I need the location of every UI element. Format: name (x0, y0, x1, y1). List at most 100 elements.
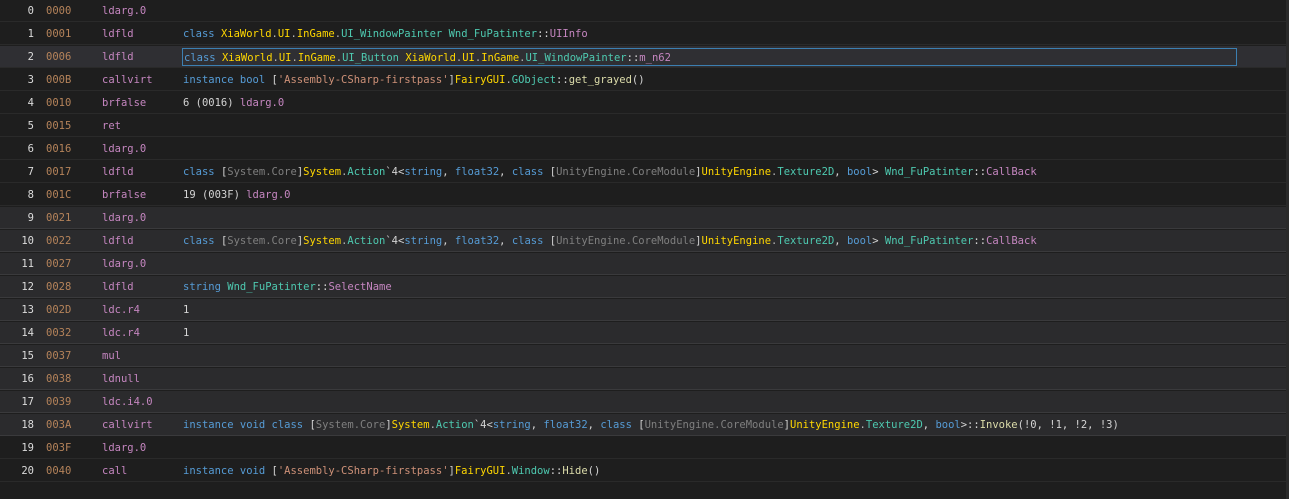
instruction-opcode[interactable]: brfalse (102, 92, 178, 114)
operand-token: ldarg.0 (246, 189, 291, 201)
instruction-row[interactable]: 3 000B callvirt instance bool ['Assembly-CS… (0, 69, 1289, 91)
operand-token: :: (556, 74, 569, 86)
instruction-operand[interactable]: class XiaWorld.UI.InGame.UI_WindowPainte… (183, 23, 1283, 45)
instruction-row[interactable]: 13 002D ldc.r4 1 (0, 299, 1289, 321)
instruction-opcode[interactable]: ldarg.0 (102, 138, 178, 160)
instruction-opcode[interactable]: ldarg.0 (102, 0, 178, 22)
instruction-operand[interactable] (183, 0, 1283, 22)
instruction-opcode[interactable]: ldfld (102, 161, 178, 183)
instruction-index: 19 (21, 442, 34, 454)
instruction-operand[interactable]: class [System.Core]System.Action`4<strin… (183, 230, 1283, 252)
instruction-operand[interactable] (183, 437, 1283, 459)
operand-token: class (183, 166, 221, 178)
instruction-opcode[interactable]: ldnull (102, 368, 178, 390)
instruction-offset: 001C (46, 189, 72, 201)
instruction-operand[interactable]: instance void class [System.Core]System.… (183, 414, 1283, 436)
instruction-operand[interactable]: instance bool ['Assembly-CSharp-firstpas… (183, 69, 1283, 91)
instruction-row[interactable]: 4 0010 brfalse 6 (0016) ldarg.0 (0, 92, 1289, 114)
instruction-opcode[interactable]: callvirt (102, 414, 178, 436)
il-instruction-grid[interactable]: 0 0000 ldarg.0 1 0001 ldfld class XiaWorld.UI.… (0, 0, 1289, 483)
instruction-opcode[interactable]: ldfld (102, 276, 178, 298)
instruction-row[interactable]: 6 0016 ldarg.0 (0, 138, 1289, 160)
instruction-operand[interactable]: class XiaWorld.UI.InGame.UI_Button XiaWo… (182, 48, 1237, 66)
instruction-row[interactable]: 19 003F ldarg.0 (0, 437, 1289, 459)
instruction-opcode[interactable]: ldfld (102, 46, 178, 68)
instruction-operand[interactable] (183, 115, 1283, 137)
instruction-row[interactable]: 5 0015 ret (0, 115, 1289, 137)
instruction-operand[interactable] (183, 391, 1283, 413)
operand-token: Action (347, 166, 386, 178)
instruction-opcode[interactable]: ldarg.0 (102, 253, 178, 275)
instruction-opcode[interactable]: ret (102, 115, 178, 137)
instruction-row[interactable]: 15 0037 mul (0, 345, 1289, 367)
operand-token: UI_WindowPainter (525, 52, 627, 64)
operand-token: Texture2D (777, 235, 835, 247)
instruction-opcode[interactable]: callvirt (102, 69, 178, 91)
instruction-row[interactable]: 11 0027 ldarg.0 (0, 253, 1289, 275)
instruction-row[interactable]: 1 0001 ldfld class XiaWorld.UI.InGame.UI_Wi… (0, 23, 1289, 45)
instruction-operand[interactable]: 1 (183, 299, 1283, 321)
instruction-opcode[interactable]: ldfld (102, 23, 178, 45)
operand-token: , (499, 166, 512, 178)
instruction-opcode[interactable]: ldc.i4.0 (102, 391, 178, 413)
operand-token: Wnd_FuPatinter (448, 28, 538, 40)
instruction-operand[interactable] (183, 138, 1283, 160)
instruction-row[interactable]: 17 0039 ldc.i4.0 (0, 391, 1289, 413)
instruction-operand[interactable]: string Wnd_FuPatinter::SelectName (183, 276, 1283, 298)
operand-token: `4< (473, 419, 493, 431)
instruction-row[interactable]: 7 0017 ldfld class [System.Core]System.Acti… (0, 161, 1289, 183)
instruction-row[interactable]: 2 0006 ldfld class XiaWorld.UI.InGame.UI_Bu… (0, 46, 1289, 68)
instruction-row[interactable]: 14 0032 ldc.r4 1 (0, 322, 1289, 344)
operand-token: > (872, 235, 885, 247)
instruction-row[interactable]: 16 0038 ldnull (0, 368, 1289, 390)
instruction-operand[interactable] (183, 207, 1283, 229)
instruction-index: 4 (27, 97, 34, 109)
operand-token: instance bool (183, 74, 272, 86)
operand-token: UnityEngine (790, 419, 860, 431)
instruction-row[interactable]: 9 0021 ldarg.0 (0, 207, 1289, 229)
instruction-row[interactable]: 0 0000 ldarg.0 (0, 0, 1289, 22)
instruction-operand[interactable]: 6 (0016) ldarg.0 (183, 92, 1283, 114)
instruction-operand[interactable]: class [System.Core]System.Action`4<strin… (183, 161, 1283, 183)
operand-token: class (511, 166, 550, 178)
operand-token: , (442, 235, 455, 247)
operand-token: UnityEngine.CoreModule (556, 235, 696, 247)
operand-token: 1 (183, 304, 190, 316)
instruction-opcode[interactable]: call (102, 460, 178, 482)
instruction-index: 11 (21, 258, 34, 270)
instruction-row[interactable]: 20 0040 call instance void ['Assembly-CShar… (0, 460, 1289, 482)
instruction-row[interactable]: 8 001C brfalse 19 (003F) ldarg.0 (0, 184, 1289, 206)
instruction-offset: 0017 (46, 166, 72, 178)
instruction-operand[interactable] (183, 345, 1283, 367)
instruction-offset: 0038 (46, 373, 72, 385)
operand-token: System (391, 419, 430, 431)
instruction-operand[interactable]: instance void ['Assembly-CSharp-firstpas… (183, 460, 1283, 482)
instruction-index: 9 (27, 212, 34, 224)
instruction-operand[interactable]: 1 (183, 322, 1283, 344)
operand-token: ldarg.0 (239, 97, 285, 109)
operand-token: System.Core (227, 235, 297, 247)
operand-token: System (303, 235, 342, 247)
instruction-opcode[interactable]: mul (102, 345, 178, 367)
instruction-operand[interactable]: 19 (003F) ldarg.0 (183, 184, 1283, 206)
instruction-offset: 0021 (46, 212, 72, 224)
instruction-opcode[interactable]: ldarg.0 (102, 207, 178, 229)
operand-token: float32 (454, 235, 500, 247)
instruction-opcode[interactable]: ldc.r4 (102, 322, 178, 344)
operand-token: class (511, 235, 550, 247)
operand-token: m_n62 (639, 52, 671, 64)
instruction-operand[interactable] (183, 368, 1283, 390)
instruction-opcode[interactable]: ldc.r4 (102, 299, 178, 321)
operand-token: UI_WindowPainter (341, 28, 443, 40)
operand-token: , (587, 419, 601, 431)
operand-token: bool (846, 166, 873, 178)
instruction-row[interactable]: 12 0028 ldfld string Wnd_FuPatinter::Select… (0, 276, 1289, 298)
instruction-row[interactable]: 18 003A callvirt instance void class [Syste… (0, 414, 1289, 436)
instruction-row[interactable]: 10 0022 ldfld class [System.Core]System.Act… (0, 230, 1289, 252)
instruction-opcode[interactable]: ldfld (102, 230, 178, 252)
operand-token: :: (537, 28, 550, 40)
instruction-opcode[interactable]: ldarg.0 (102, 437, 178, 459)
instruction-operand[interactable] (183, 253, 1283, 275)
instruction-index: 10 (21, 235, 34, 247)
instruction-opcode[interactable]: brfalse (102, 184, 178, 206)
